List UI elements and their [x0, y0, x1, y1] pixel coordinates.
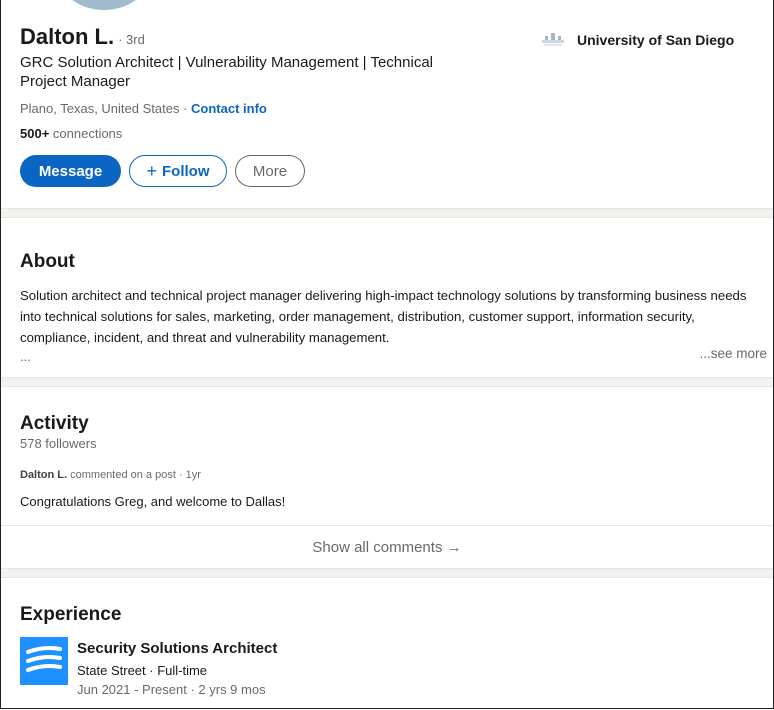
connections-count: 500+ connections — [20, 126, 122, 141]
profile-actions: Message + Follow More — [20, 155, 305, 187]
about-ellipsis: ... — [20, 349, 31, 364]
section-divider — [1, 568, 773, 578]
connections-number: 500+ — [20, 126, 50, 141]
follow-button[interactable]: + Follow — [129, 155, 227, 187]
more-button[interactable]: More — [235, 155, 305, 187]
see-more-button[interactable]: ...see more — [699, 346, 767, 361]
followers-count: 578 followers — [20, 436, 97, 451]
about-section: About Solution architect and technical p… — [1, 218, 773, 377]
connection-degree: · 3rd — [118, 32, 145, 47]
contact-info-link[interactable]: Contact info — [191, 101, 267, 116]
experience-job-title[interactable]: Security Solutions Architect — [77, 640, 277, 657]
name-row: Dalton L. · 3rd — [20, 24, 145, 50]
education-link[interactable]: University of San Diego — [541, 30, 734, 50]
profile-headline: GRC Solution Architect | Vulnerability M… — [20, 54, 433, 90]
activity-title: Activity — [20, 413, 89, 434]
commenter-name: Dalton L. — [20, 469, 68, 481]
follow-label: Follow — [162, 162, 210, 180]
state-street-logo-icon[interactable] — [20, 637, 68, 685]
section-divider — [1, 377, 773, 387]
education-name: University of San Diego — [577, 32, 735, 48]
show-all-comments-button[interactable]: Show all comments → — [1, 525, 773, 569]
profile-page: Dalton L. · 3rd GRC Solution Architect |… — [0, 0, 774, 709]
university-logo-icon — [542, 33, 564, 46]
about-title: About — [20, 251, 75, 272]
profile-location: Plano, Texas, United States · Contact in… — [20, 101, 267, 116]
experience-title: Experience — [20, 604, 122, 625]
location-text: Plano, Texas, United States · — [20, 101, 192, 116]
plus-icon: + — [146, 160, 157, 181]
message-button[interactable]: Message — [20, 155, 121, 187]
section-divider — [1, 208, 773, 218]
connections-label: connections — [49, 126, 123, 141]
experience-company: State Street · Full-time — [77, 663, 208, 678]
activity-comment[interactable]: Congratulations Greg, and welcome to Dal… — [20, 494, 285, 509]
company-logo-graphic — [26, 646, 62, 672]
profile-top-card: Dalton L. · 3rd GRC Solution Architect |… — [1, 0, 773, 208]
commenter-action: commented on a post · 1yr — [67, 469, 201, 481]
about-text: Solution architect and technical project… — [20, 288, 747, 345]
activity-section: Activity 578 followers Dalton L. comment… — [1, 387, 773, 568]
experience-section: Experience Security Solutions Architect … — [1, 578, 773, 708]
activity-meta: Dalton L. commented on a post · 1yr — [20, 469, 201, 481]
experience-dates: Jun 2021 - Present · 2 yrs 9 mos — [77, 682, 266, 697]
profile-name: Dalton L. — [20, 24, 115, 49]
